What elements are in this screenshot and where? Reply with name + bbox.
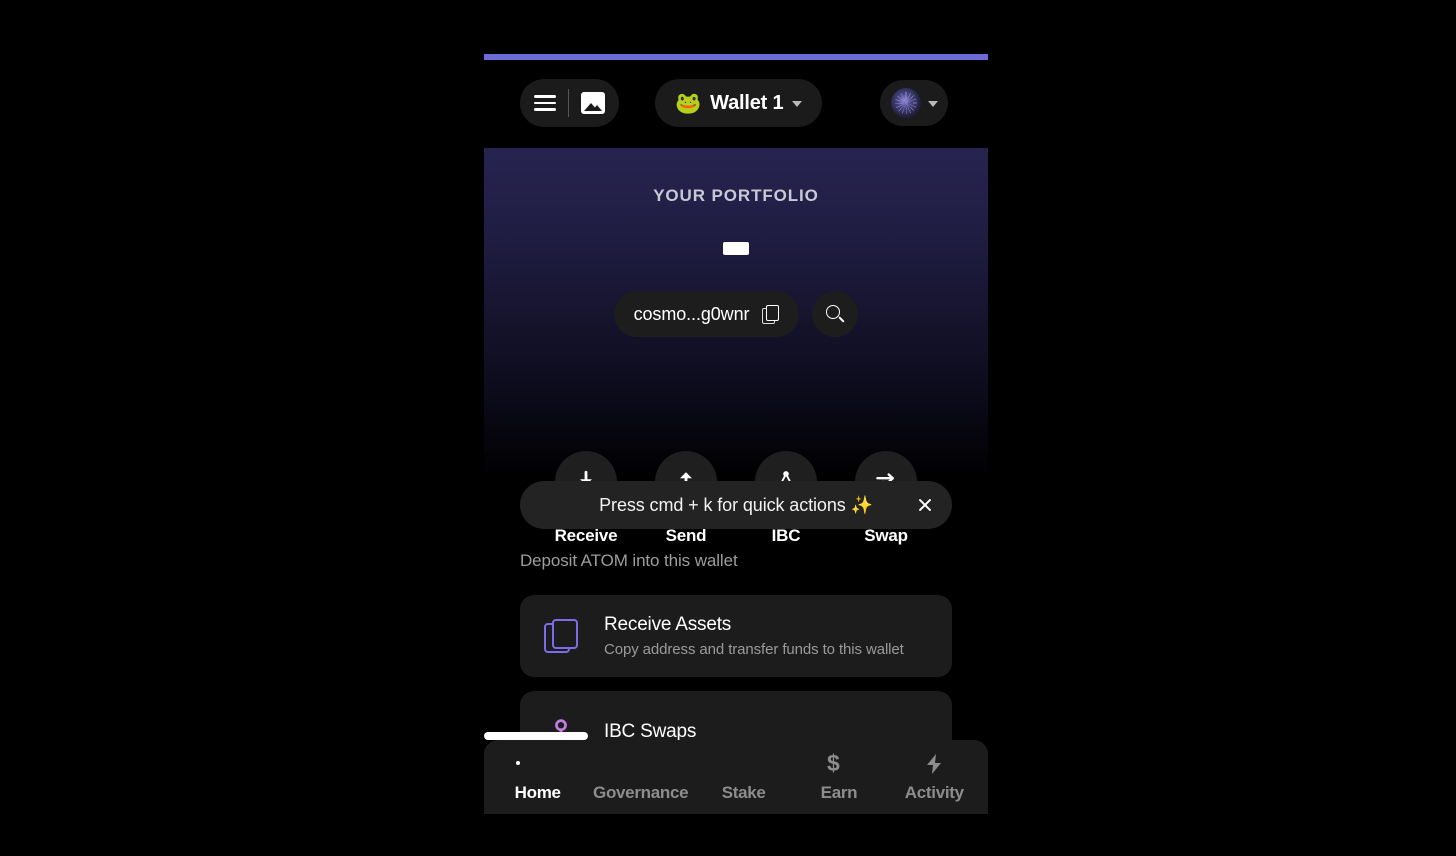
action-label: IBC xyxy=(771,526,801,545)
wallet-selector[interactable]: 🐸 Wallet 1 xyxy=(655,79,823,127)
copy-icon[interactable] xyxy=(762,304,780,324)
deposit-section-label: Deposit ATOM into this wallet xyxy=(520,551,738,570)
bar-chart-icon xyxy=(629,734,653,776)
nav-item-earn[interactable]: $ Earn xyxy=(799,749,879,803)
quick-actions-banner-label: Press cmd + k for quick actions ✨ xyxy=(599,494,873,515)
nav-item-stake[interactable]: Stake xyxy=(704,744,784,803)
wallet-icon xyxy=(526,752,550,776)
quick-actions-banner[interactable]: Press cmd + k for quick actions ✨ xyxy=(520,481,952,529)
phone-viewport: 🐸 Wallet 1 YOUR PORTFOLIO cosmo...g0wnr xyxy=(484,54,988,814)
wallet-name-label: Wallet 1 xyxy=(710,91,784,114)
header-divider xyxy=(568,89,569,117)
nav-label: Activity xyxy=(904,782,964,802)
portfolio-hero: YOUR PORTFOLIO cosmo...g0wnr Receive Sen… xyxy=(484,148,988,545)
network-selector[interactable] xyxy=(880,80,948,126)
chevron-down-icon[interactable] xyxy=(792,101,803,107)
hamburger-menu-icon[interactable] xyxy=(534,95,556,111)
bottom-navigation: Home Governance Stake $ Earn Activity xyxy=(484,734,988,814)
card-body: Receive Assets Copy address and transfer… xyxy=(604,614,904,658)
address-row: cosmo...g0wnr xyxy=(484,291,988,337)
frog-emoji-icon: 🐸 xyxy=(675,91,702,115)
list-item-receive-assets[interactable]: Receive Assets Copy address and transfer… xyxy=(520,595,952,677)
wallet-address-label: cosmo...g0wnr xyxy=(633,303,750,324)
action-label: Send xyxy=(665,526,707,545)
chevron-down-icon[interactable] xyxy=(927,101,938,107)
trending-up-icon xyxy=(725,744,756,776)
copy-duplicate-icon xyxy=(544,619,578,653)
action-label: Receive xyxy=(554,526,618,545)
lightning-bolt-icon xyxy=(922,752,946,776)
screenshot-root: 🐸 Wallet 1 YOUR PORTFOLIO cosmo...g0wnr xyxy=(0,0,1456,856)
action-label: Swap xyxy=(864,526,908,545)
card-subtitle: Copy address and transfer funds to this … xyxy=(604,641,904,658)
copy-address-button[interactable]: cosmo...g0wnr xyxy=(613,291,800,337)
app-header: 🐸 Wallet 1 xyxy=(484,60,988,148)
balance-loading-skeleton xyxy=(723,242,749,255)
nav-item-activity[interactable]: Activity xyxy=(894,752,974,803)
nav-label: Earn xyxy=(820,782,858,802)
card-title: Receive Assets xyxy=(604,614,732,635)
image-icon[interactable] xyxy=(581,92,605,114)
menu-gallery-pill[interactable] xyxy=(520,79,619,127)
close-icon[interactable] xyxy=(916,496,934,514)
page-title: YOUR PORTFOLIO xyxy=(653,186,819,205)
nav-label: Governance xyxy=(593,782,689,802)
search-icon xyxy=(826,305,846,323)
dollar-icon: $ xyxy=(826,749,840,776)
nav-label: Home xyxy=(514,782,561,802)
nav-item-home[interactable]: Home xyxy=(498,752,578,803)
nav-item-governance[interactable]: Governance xyxy=(593,734,689,803)
nav-label: Stake xyxy=(721,782,766,802)
home-indicator xyxy=(484,732,588,740)
network-avatar-icon xyxy=(890,88,921,118)
search-button[interactable] xyxy=(812,291,859,337)
